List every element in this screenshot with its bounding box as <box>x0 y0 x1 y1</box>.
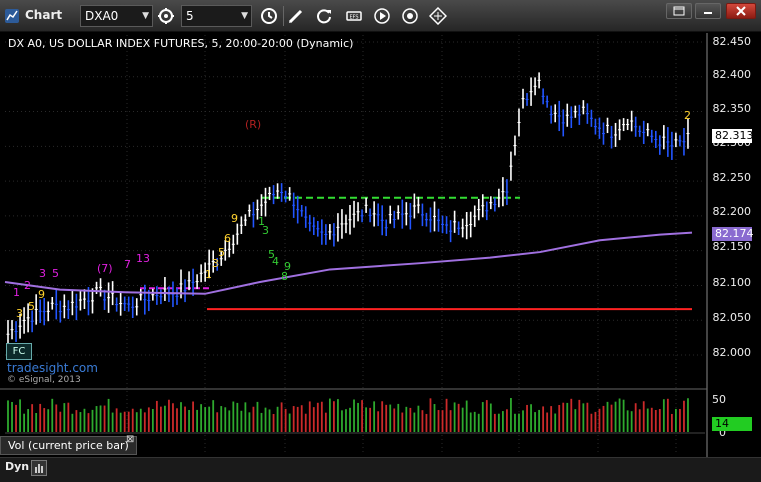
svg-text:EFS: EFS <box>349 15 358 21</box>
watermark-site: tradesight.com <box>7 361 98 375</box>
close-icon[interactable] <box>726 3 756 19</box>
move-icon[interactable] <box>428 5 448 27</box>
signal-marker: 2 <box>684 109 691 122</box>
settings-gear-icon[interactable] <box>156 5 176 27</box>
volume-current-tag: 14 <box>712 417 752 431</box>
bar-chart-icon[interactable] <box>31 460 47 476</box>
chart-header: DX A0, US DOLLAR INDEX FUTURES, 5, 20:00… <box>8 37 354 50</box>
interval-input[interactable]: 5 ▼ <box>181 5 252 27</box>
signal-marker: 5 <box>218 246 225 259</box>
reversal-marker: (R) <box>245 118 262 131</box>
signal-marker: 7 <box>124 258 131 271</box>
script-icon[interactable]: EFS <box>344 5 364 27</box>
signal-marker: 5 <box>52 267 59 280</box>
pencil-icon[interactable] <box>286 5 306 27</box>
price-axis-label: 82.000 <box>712 346 752 359</box>
dynamic-label: Dyn <box>5 460 30 473</box>
chart-app-icon <box>4 8 20 24</box>
sync-icon[interactable] <box>314 5 334 27</box>
price-axis-label: 82.100 <box>712 276 752 289</box>
signal-marker: 8 <box>281 270 288 283</box>
signal-marker: 3 <box>16 307 23 320</box>
fc-badge[interactable]: FC <box>6 343 32 360</box>
price-axis-label: 82.400 <box>712 68 752 81</box>
price-axis-label: 82.050 <box>712 311 752 324</box>
signal-marker: 3 <box>39 267 46 280</box>
price-axis-label: 82.200 <box>712 205 752 218</box>
window-title: Chart <box>25 8 63 22</box>
title-bar: Chart DXA0 ▼ 5 ▼ EFS <box>0 0 761 32</box>
window-icon[interactable] <box>666 3 692 19</box>
chevron-down-icon[interactable]: ▼ <box>142 6 149 26</box>
signal-marker: 4 <box>272 255 279 268</box>
toolbar-separator <box>283 6 284 26</box>
last-price-tag: 82.313 <box>712 129 754 143</box>
symbol-value: DXA0 <box>85 9 119 23</box>
price-chart[interactable]: 123 5 (7) 7 1335913569 1354 982 <box>0 33 761 457</box>
volume-legend[interactable]: Vol (current price bar) <box>0 436 137 455</box>
price-axis-label: 82.150 <box>712 240 752 253</box>
signal-marker: 3 <box>262 224 269 237</box>
signal-marker: 1 <box>205 268 212 281</box>
signal-marker: 9 <box>231 212 238 225</box>
close-icon[interactable]: ⊠ <box>126 434 134 445</box>
signal-marker: 9 <box>38 288 45 301</box>
price-axis-label: 82.450 <box>712 35 752 48</box>
signal-marker: 5 <box>28 300 35 313</box>
record-icon[interactable] <box>400 5 420 27</box>
signal-marker: 6 <box>224 232 231 245</box>
minimize-icon[interactable] <box>695 3 721 19</box>
volume-scale-top: 50 <box>712 393 726 406</box>
chevron-down-icon[interactable]: ▼ <box>241 6 248 26</box>
bottom-bar <box>0 457 761 482</box>
interval-value: 5 <box>186 9 194 23</box>
price-axis-label: 82.250 <box>712 171 752 184</box>
signal-marker: 2 <box>24 279 31 292</box>
symbol-input[interactable]: DXA0 ▼ <box>80 5 153 27</box>
ma-price-tag: 82.174 <box>712 227 754 241</box>
watermark-copyright: © eSignal, 2013 <box>7 375 81 385</box>
signal-marker: 1 <box>13 286 20 299</box>
signal-marker: (7) <box>97 262 113 275</box>
signal-marker: 13 <box>136 252 150 265</box>
price-axis-label: 82.350 <box>712 102 752 115</box>
refresh-icon[interactable] <box>257 5 281 27</box>
play-icon[interactable] <box>372 5 392 27</box>
